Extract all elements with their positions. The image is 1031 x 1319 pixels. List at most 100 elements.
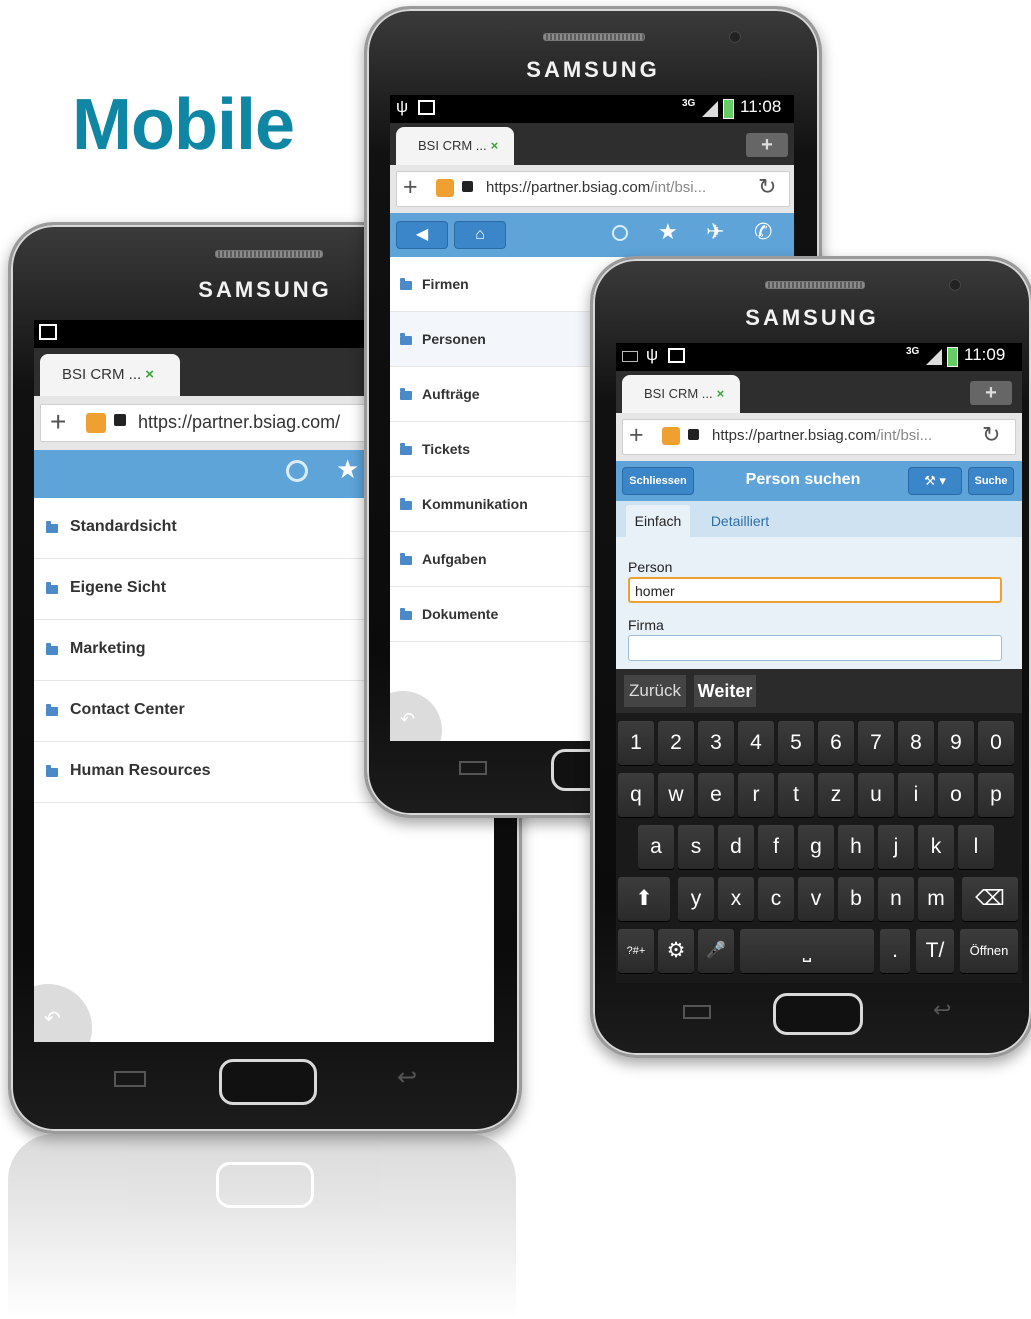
person-input-value: homer	[635, 583, 675, 599]
tab-close-icon[interactable]: ×	[491, 138, 499, 153]
key-letter[interactable]: g	[798, 825, 834, 869]
site-favicon-icon	[86, 413, 106, 433]
key-digit[interactable]: 2	[658, 721, 694, 765]
settings-key-icon[interactable]: ⚙	[658, 929, 694, 973]
key-letter[interactable]: l	[958, 825, 994, 869]
key-letter[interactable]: x	[718, 877, 754, 921]
symbols-key[interactable]: ?#+	[618, 929, 654, 973]
menu-softkey-icon[interactable]	[114, 1071, 146, 1087]
url-bar: + https://partner.bsiag.com/int/bsi... ↻	[390, 165, 794, 213]
new-tab-button[interactable]: +	[970, 381, 1012, 405]
site-favicon-icon	[662, 427, 680, 445]
new-tab-icon[interactable]: +	[629, 421, 644, 449]
search-icon[interactable]	[612, 225, 628, 241]
back-button[interactable]: ◀	[396, 221, 448, 249]
browser-tab[interactable]: BSI CRM ... ×	[622, 375, 740, 413]
browser-tab[interactable]: BSI CRM ... ×	[396, 127, 514, 165]
new-tab-icon[interactable]: +	[50, 407, 66, 437]
brand-logo: SAMSUNG	[745, 305, 879, 330]
airplane-icon[interactable]: ✈	[706, 219, 724, 245]
key-letter[interactable]: h	[838, 825, 874, 869]
new-tab-button[interactable]: +	[746, 133, 788, 157]
tab-close-icon[interactable]: ×	[717, 386, 725, 401]
key-letter[interactable]: y	[678, 877, 714, 921]
key-letter[interactable]: m	[918, 877, 954, 921]
tab-close-icon[interactable]: ×	[145, 366, 154, 383]
key-letter[interactable]: z	[818, 773, 854, 817]
phone-icon[interactable]: ✆	[754, 219, 772, 245]
key-digit[interactable]: 5	[778, 721, 814, 765]
key-letter[interactable]: q	[618, 773, 654, 817]
menu-softkey-icon[interactable]	[683, 1005, 711, 1019]
usb-icon: ψ	[646, 345, 659, 364]
back-swipe-button[interactable]: ↶	[34, 984, 92, 1042]
tab-einfach[interactable]: Einfach	[626, 505, 690, 537]
search-icon[interactable]	[286, 460, 308, 482]
menu-softkey-icon[interactable]	[459, 761, 487, 775]
reload-icon[interactable]: ↻	[982, 422, 1000, 448]
menu-item-label: Marketing	[70, 640, 146, 657]
key-digit[interactable]: 6	[818, 721, 854, 765]
key-letter[interactable]: p	[978, 773, 1014, 817]
microphone-key-icon[interactable]: 🎤	[698, 929, 734, 973]
key-letter[interactable]: d	[718, 825, 754, 869]
ime-bar: Zurück Weiter	[616, 669, 1022, 713]
key-letter[interactable]: o	[938, 773, 974, 817]
key-letter[interactable]: b	[838, 877, 874, 921]
key-letter[interactable]: i	[898, 773, 934, 817]
key-digit[interactable]: 3	[698, 721, 734, 765]
key-letter[interactable]: t	[778, 773, 814, 817]
dot-key[interactable]: .	[880, 929, 910, 973]
shift-key-icon[interactable]: ⬆	[618, 877, 670, 921]
key-letter[interactable]: a	[638, 825, 674, 869]
key-digit[interactable]: 9	[938, 721, 974, 765]
key-letter[interactable]: n	[878, 877, 914, 921]
key-letter[interactable]: s	[678, 825, 714, 869]
key-letter[interactable]: k	[918, 825, 954, 869]
key-digit[interactable]: 0	[978, 721, 1014, 765]
search-button[interactable]: Suche	[968, 467, 1014, 495]
tab-detailliert[interactable]: Detailliert	[700, 505, 780, 537]
form-tabs: Einfach Detailliert	[616, 501, 1022, 537]
folder-icon	[400, 443, 412, 455]
url-text[interactable]: https://partner.bsiag.com/int/bsi...	[486, 179, 706, 196]
home-button[interactable]	[773, 993, 863, 1035]
delete-key-icon[interactable]: ⌫	[962, 877, 1018, 921]
home-button[interactable]	[219, 1059, 317, 1105]
space-key[interactable]: ⎵	[740, 929, 874, 973]
key-digit[interactable]: 1	[618, 721, 654, 765]
open-key[interactable]: Öffnen	[960, 929, 1018, 973]
star-icon[interactable]: ★	[336, 454, 359, 485]
key-letter[interactable]: e	[698, 773, 734, 817]
screen-right: ψ 3G 11:09 BSI CRM ... × + + https://part…	[616, 343, 1022, 983]
key-letter[interactable]: c	[758, 877, 794, 921]
back-softkey-icon[interactable]: ↩	[397, 1063, 417, 1092]
status-time: 11:08	[740, 97, 782, 116]
folder-icon	[400, 388, 412, 400]
key-digit[interactable]: 7	[858, 721, 894, 765]
key-letter[interactable]: j	[878, 825, 914, 869]
key-digit[interactable]: 8	[898, 721, 934, 765]
person-input[interactable]: homer	[628, 577, 1002, 603]
key-letter[interactable]: r	[738, 773, 774, 817]
key-letter[interactable]: v	[798, 877, 834, 921]
text-style-key-icon[interactable]: T/	[916, 929, 954, 973]
tools-button[interactable]: ⚒ ▾	[908, 467, 962, 495]
home-nav-button[interactable]: ⌂	[454, 221, 506, 249]
ime-next-button[interactable]: Weiter	[694, 675, 756, 707]
back-softkey-icon[interactable]: ↩	[933, 997, 951, 1023]
firma-input[interactable]	[628, 635, 1002, 661]
key-digit[interactable]: 4	[738, 721, 774, 765]
url-text[interactable]: https://partner.bsiag.com/int/bsi...	[712, 427, 932, 444]
close-button[interactable]: Schliessen	[622, 467, 694, 495]
url-text[interactable]: https://partner.bsiag.com/	[138, 412, 340, 433]
key-letter[interactable]: f	[758, 825, 794, 869]
ime-back-button[interactable]: Zurück	[624, 675, 686, 707]
key-letter[interactable]: u	[858, 773, 894, 817]
browser-tab[interactable]: BSI CRM ... ×	[40, 354, 180, 396]
key-letter[interactable]: w	[658, 773, 694, 817]
reload-icon[interactable]: ↻	[758, 174, 776, 200]
new-tab-icon[interactable]: +	[403, 173, 418, 201]
back-swipe-button[interactable]: ↶	[390, 691, 442, 741]
star-icon[interactable]: ★	[658, 219, 678, 245]
